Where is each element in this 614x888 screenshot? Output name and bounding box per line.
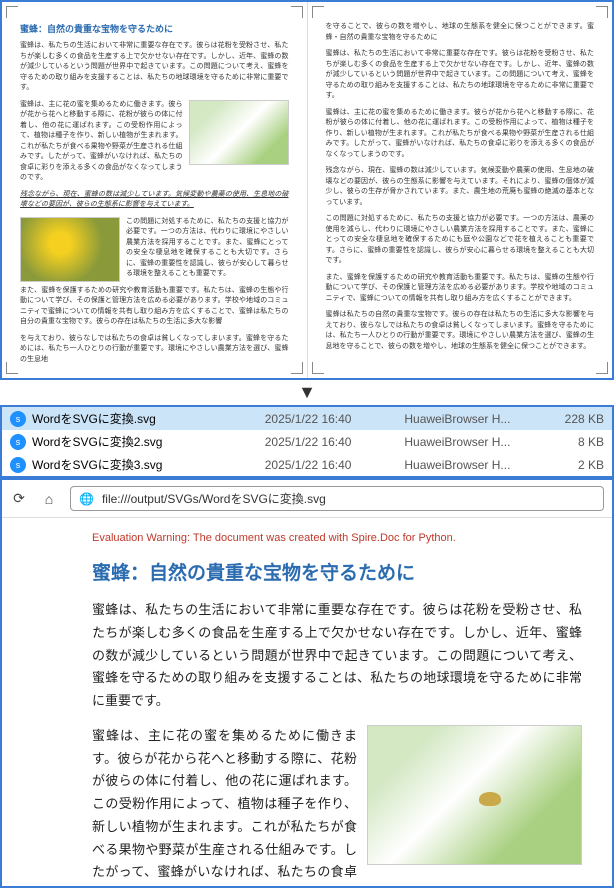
file-date: 2025/1/22 16:40: [265, 435, 405, 449]
bee-flower-image: [189, 100, 289, 165]
file-date: 2025/1/22 16:40: [265, 412, 405, 426]
document-preview: 蜜蜂：自然の貴重な宝物を守るために 蜜蜂は、私たちの生活において非常に重要な存在…: [0, 0, 614, 380]
crop-mark: [312, 6, 324, 18]
paragraph: 蜜蜂は、私たちの生活において非常に重要な存在です。彼らは花粉を受粉させ、私たちが…: [20, 41, 289, 94]
file-name: WordをSVGに変換2.svg: [32, 433, 265, 450]
home-icon[interactable]: ⌂: [40, 490, 58, 508]
arrow-down-icon: ▼: [0, 380, 614, 405]
url-bar[interactable]: 🌐 file:///output/SVGs/WordをSVGに変換.svg: [70, 486, 604, 511]
paragraph: 蜜蜂は、私たちの生活において非常に重要な存在です。彼らは花粉を受粉させ、私たちが…: [326, 49, 595, 102]
paragraph: を守ることで、彼らの数を増やし、地球の生態系を健全に保つことができます。蜜蜂・自…: [326, 22, 595, 43]
file-date: 2025/1/22 16:40: [265, 458, 405, 472]
crop-mark: [291, 362, 303, 374]
file-row[interactable]: s WordをSVGに変換3.svg 2025/1/22 16:40 Huawe…: [2, 453, 612, 476]
file-app: HuaweiBrowser H...: [404, 458, 544, 472]
file-size: 228 KB: [544, 412, 604, 426]
crop-mark: [6, 362, 18, 374]
svg-file-icon: s: [10, 457, 26, 473]
file-list: s WordをSVGに変換.svg 2025/1/22 16:40 Huawei…: [0, 405, 614, 478]
file-row[interactable]: s WordをSVGに変換2.svg 2025/1/22 16:40 Huawe…: [2, 430, 612, 453]
file-name: WordをSVGに変換3.svg: [32, 456, 265, 473]
paragraph-underline: 残念ながら、現在、蜜蜂の数は減少しています。気候変動や農薬の使用、生息地の破壊な…: [20, 190, 289, 211]
svg-file-icon: s: [10, 411, 26, 427]
file-size: 8 KB: [544, 435, 604, 449]
paragraph: 蜜蜂は、私たちの生活において非常に重要な存在です。彼らは花粉を受粉させ、私たちが…: [92, 599, 582, 713]
crop-mark: [291, 6, 303, 18]
doc-title: 蜜蜂：自然の貴重な宝物を守るために: [20, 22, 289, 35]
crop-mark: [6, 6, 18, 18]
file-app: HuaweiBrowser H...: [404, 435, 544, 449]
paragraph: 残念ながら、現在、蜜蜂の数は減少しています。気候変動や農薬の使用、生息地の破壊な…: [326, 166, 595, 208]
paragraph: 蜜蜂は私たちの自然の貴重な宝物です。彼らの存在は私たちの生活に多大な影響を与えて…: [326, 310, 595, 352]
bee-flower-image: [367, 725, 582, 865]
paragraph: この問題に対処するために、私たちの支援と協力が必要です。一つの方法は、農薬の使用…: [326, 214, 595, 267]
paragraph: また、蜜蜂を保護するための研究や教育活動も重要です。私たちは、蜜蜂の生態や行動に…: [20, 286, 289, 328]
page-2: を守ることで、彼らの数を増やし、地球の生態系を健全に保つことができます。蜜蜂・自…: [308, 2, 613, 378]
evaluation-warning: Evaluation Warning: The document was cre…: [92, 532, 582, 544]
crop-mark: [596, 6, 608, 18]
globe-icon: 🌐: [79, 492, 94, 506]
file-row[interactable]: s WordをSVGに変換.svg 2025/1/22 16:40 Huawei…: [2, 407, 612, 430]
paragraph: また、蜜蜂を保護するための研究や教育活動も重要です。私たちは、蜜蜂の生態や行動に…: [326, 273, 595, 305]
paragraph: 蜜蜂は、主に花の蜜を集めるために働きます。彼らが花から花へと移動する際に、花粉が…: [326, 108, 595, 161]
crop-mark: [596, 362, 608, 374]
crop-mark: [312, 362, 324, 374]
sunflower-image: [20, 217, 120, 282]
browser-window: ⟳ ⌂ 🌐 file:///output/SVGs/WordをSVGに変換.sv…: [0, 478, 614, 888]
file-size: 2 KB: [544, 458, 604, 472]
paragraph: を与えており、彼らなしでは私たちの食卓は貧しくなってしまいます。蜜蜂を守るために…: [20, 334, 289, 366]
page-1: 蜜蜂：自然の貴重な宝物を守るために 蜜蜂は、私たちの生活において非常に重要な存在…: [2, 2, 308, 378]
url-text: file:///output/SVGs/WordをSVGに変換.svg: [102, 490, 326, 507]
browser-toolbar: ⟳ ⌂ 🌐 file:///output/SVGs/WordをSVGに変換.sv…: [2, 480, 612, 518]
svg-file-icon: s: [10, 434, 26, 450]
refresh-icon[interactable]: ⟳: [10, 490, 28, 508]
page-content: Evaluation Warning: The document was cre…: [2, 518, 612, 888]
file-name: WordをSVGに変換.svg: [32, 410, 265, 427]
file-app: HuaweiBrowser H...: [404, 412, 544, 426]
content-title: 蜜蜂：自然の貴重な宝物を守るために: [92, 558, 582, 585]
